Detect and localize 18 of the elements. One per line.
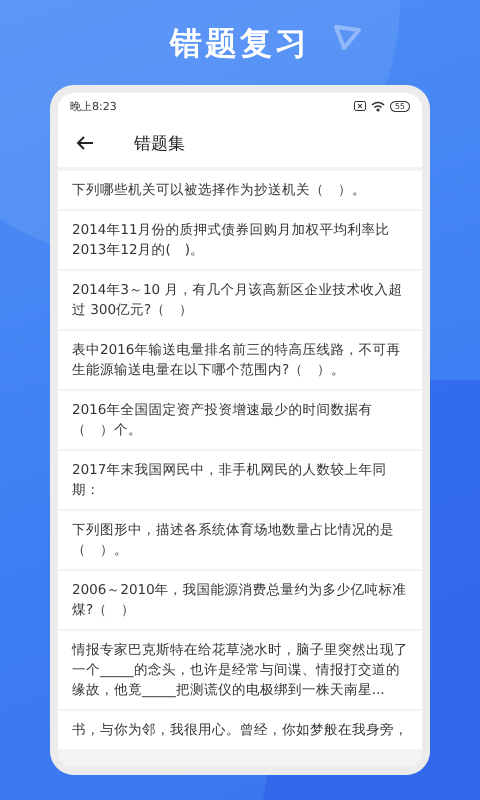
question-item[interactable]: 2014年3～10 月，有几个月该高新区企业技术收入超过 300亿元?（ ） [58, 271, 422, 329]
banner-title: 错题复习 [170, 23, 310, 64]
toolbar-title: 错题集 [134, 132, 185, 154]
question-item[interactable]: 表中2016年输送电量排名前三的特高压线路，不可再生能源输送电量在以下哪个范围内?（ ）。 [58, 331, 422, 389]
question-item[interactable]: 下列哪些机关可以被选择作为抄送机关（ ）。 [58, 171, 422, 209]
question-item[interactable]: 情报专家巴克斯特在给花草浇水时，脑子里突然出现了一个_____的念头，也许是经常与间谍、情报打交道的缘故，他竟_____把测谎仪的电极绑到一株天南星... [58, 631, 422, 709]
question-item[interactable]: 2014年11月份的质押式债券回购月加权平均利率比2013年12月的( )。 [58, 211, 422, 269]
question-item[interactable]: 2016年全国固定资产投资增速最少的时间数据有（ ）个。 [58, 391, 422, 449]
back-arrow-icon[interactable] [76, 135, 94, 151]
question-item[interactable]: 书，与你为邻，我很用心。曾经，你如梦般在我身旁， [58, 711, 422, 749]
sim-icon [354, 101, 366, 111]
battery-indicator: 55 [390, 100, 410, 112]
question-item[interactable]: 下列图形中，描述各系统体育场地数量占比情况的是（ ）。 [58, 511, 422, 569]
question-item[interactable]: 2017年末我国网民中，非手机网民的人数较上年同期： [58, 451, 422, 509]
triangle-icon [332, 22, 362, 52]
wifi-icon [370, 100, 385, 112]
status-time: 晚上8:23 [70, 98, 117, 114]
question-item[interactable]: 2006～2010年，我国能源消费总量约为多少亿吨标准煤?（ ） [58, 571, 422, 629]
